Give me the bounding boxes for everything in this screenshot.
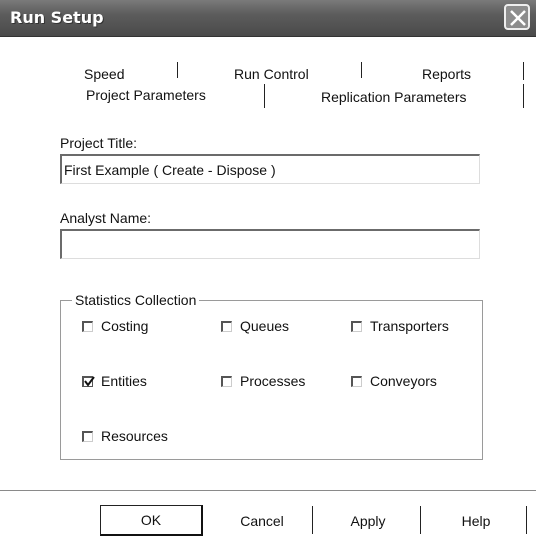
checkbox-box[interactable]	[351, 375, 362, 387]
checkbox-label: Transporters	[370, 318, 449, 334]
checkbox-costing[interactable]: Costing	[82, 318, 148, 334]
analyst-name-label: Analyst Name:	[60, 210, 152, 226]
checkbox-box[interactable]	[221, 375, 232, 387]
checkbox-transporters[interactable]: Transporters	[351, 318, 449, 334]
tab-separator	[523, 84, 524, 108]
tab-separator	[264, 84, 265, 108]
ok-button[interactable]: OK	[100, 505, 203, 536]
help-button[interactable]: Help	[426, 505, 526, 536]
close-button[interactable]	[504, 4, 530, 30]
analyst-name-input[interactable]	[60, 229, 480, 259]
apply-button[interactable]: Apply	[318, 505, 418, 536]
close-icon	[510, 10, 526, 26]
bottom-divider	[0, 490, 536, 491]
checkbox-label: Resources	[101, 428, 168, 444]
tab-reports[interactable]: Reports	[422, 66, 471, 82]
button-separator	[312, 506, 313, 534]
button-separator	[420, 506, 421, 534]
checkbox-label: Queues	[240, 318, 290, 334]
checkbox-processes[interactable]: Processes	[221, 373, 305, 389]
tab-speed[interactable]: Speed	[84, 66, 124, 82]
title-bar: Run Setup	[0, 0, 536, 37]
project-title-input[interactable]: First Example ( Create - Dispose )	[60, 154, 480, 184]
statistics-collection-legend: Statistics Collection	[72, 292, 200, 308]
tab-separator	[361, 62, 362, 78]
checkbox-box[interactable]	[351, 320, 362, 332]
checkbox-box[interactable]	[82, 430, 93, 442]
cancel-button[interactable]: Cancel	[212, 505, 312, 536]
tab-separator	[177, 62, 178, 78]
checkbox-queues[interactable]: Queues	[221, 318, 289, 334]
project-title-label: Project Title:	[60, 135, 138, 151]
checkbox-box[interactable]	[82, 320, 93, 332]
checkbox-label: Processes	[240, 373, 306, 389]
tab-run-control[interactable]: Run Control	[234, 66, 309, 82]
checkbox-conveyors[interactable]: Conveyors	[351, 373, 437, 389]
tab-project-parameters[interactable]: Project Parameters	[86, 87, 206, 103]
tab-replication-parameters[interactable]: Replication Parameters	[321, 89, 467, 105]
checkbox-entities[interactable]: Entities	[82, 373, 147, 389]
checkbox-box[interactable]	[221, 320, 232, 332]
button-separator	[526, 506, 527, 534]
checkbox-label: Entities	[101, 373, 147, 389]
checkbox-box[interactable]	[82, 375, 95, 387]
tab-separator	[523, 62, 524, 80]
checkbox-resources[interactable]: Resources	[82, 428, 168, 444]
checkbox-label: Conveyors	[370, 373, 437, 389]
checkmark-icon	[84, 375, 95, 387]
checkbox-label: Costing	[101, 318, 149, 334]
window-title: Run Setup	[10, 8, 104, 27]
